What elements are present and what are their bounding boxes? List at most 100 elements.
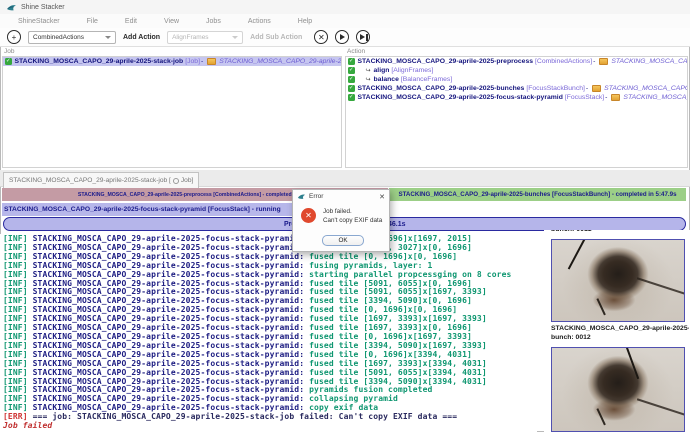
play-icon [340, 34, 345, 40]
leg-detail [596, 408, 606, 426]
job-row[interactable]: ✓ STACKING_MOSCA_CAPO_29-aprile-2025-sta… [3, 57, 341, 66]
chevron-down-icon [232, 36, 238, 39]
action-type: [CombinedActions] [535, 58, 592, 65]
log-console: [INF] STACKING_MOSCA_CAPO_29-aprile-2025… [0, 234, 537, 432]
error-icon: ✕ [301, 208, 316, 223]
job-list: ✓ STACKING_MOSCA_CAPO_29-aprile-2025-sta… [2, 56, 342, 168]
add-job-icon[interactable]: + [7, 30, 21, 44]
action-type-value: CombinedActions [33, 34, 84, 41]
action-list: ✓ STACKING_MOSCA_CAPO_29-aprile-2025-pre… [345, 56, 688, 168]
menu-actions[interactable]: Actions [248, 18, 271, 25]
leg-detail [637, 277, 685, 294]
ok-label: OK [338, 237, 347, 244]
menu-edit[interactable]: Edit [125, 18, 137, 25]
tab-label: Job] [181, 177, 193, 184]
job-panel-header: Job [4, 48, 14, 55]
check-icon: ✓ [348, 76, 355, 83]
caption-text: bunch: 0011 [551, 230, 671, 233]
error-dialog-title: Error [309, 193, 376, 200]
error-dialog-body: ✕ Job failed. Can't copy EXIF data [293, 203, 389, 225]
status-text: STACKING_MOSCA_CAPO_29-aprile-2025-bunch… [398, 191, 676, 198]
progress-text-right: 46.1s [388, 221, 406, 228]
window-title: Shine Stacker [21, 4, 65, 11]
menu-file[interactable]: File [87, 18, 98, 25]
action-row[interactable]: ✓ STACKING_MOSCA_CAPO_29-aprile-2025-pre… [346, 57, 687, 66]
leg-detail [596, 299, 606, 317]
folder-icon [592, 85, 601, 92]
antenna-detail [625, 347, 639, 380]
status-bar-bunches: STACKING_MOSCA_CAPO_29-aprile-2025-bunch… [389, 188, 686, 201]
action-path: STACKING_MOSCA_CAPO_29-aprile-2025-prep [604, 85, 687, 92]
check-icon: ✓ [348, 85, 355, 92]
menu-shinestacker[interactable]: ShineStacker [18, 18, 60, 25]
folder-icon [611, 94, 620, 101]
close-icon[interactable]: ✕ [379, 193, 385, 201]
sub-arrow-icon: ↪ [366, 76, 371, 83]
check-icon: ✓ [348, 94, 355, 101]
job-type: [Job] [185, 58, 200, 65]
action-row[interactable]: ✓ STACKING_MOSCA_CAPO_29-aprile-2025-foc… [346, 93, 687, 102]
menu-view[interactable]: View [164, 18, 179, 25]
add-sub-action-button: Add Sub Action [250, 34, 302, 41]
preview-image-1 [551, 239, 685, 322]
caption-line-1: STACKING_MOSCA_CAPO_29-aprile-2025-bur [551, 325, 689, 334]
separator: - [201, 58, 203, 65]
action-path: STACKING_MOSCA_CAPO_29-aprile-202 [623, 94, 687, 101]
action-type: [FocusStackBunch] [526, 85, 585, 92]
error-dialog: Error ✕ ✕ Job failed. Can't copy EXIF da… [292, 189, 390, 252]
action-row[interactable]: ✓ ↪ balance [BalanceFrames] [346, 75, 687, 84]
menu-help[interactable]: Help [298, 18, 312, 25]
shine-stacker-window: Shine Stacker ShineStacker File Edit Vie… [0, 0, 690, 432]
stop-button[interactable]: ✕ [314, 30, 328, 44]
action-name: STACKING_MOSCA_CAPO_29-aprile-2025-focus… [358, 94, 563, 101]
app-icon [6, 3, 17, 12]
leg-detail [637, 398, 685, 415]
sub-action-type-select: AlignFrames [167, 31, 243, 44]
fly-photo [552, 348, 684, 431]
menu-jobs[interactable]: Jobs [206, 18, 221, 25]
check-icon: ✓ [348, 58, 355, 65]
separator: - [586, 85, 588, 92]
separator: - [605, 94, 607, 101]
ok-button[interactable]: OK [322, 235, 364, 246]
add-action-button[interactable]: Add Action [123, 34, 160, 41]
log-error-line: [ERR] === job: STACKING_MOSCA_CAPO_29-ap… [3, 413, 537, 422]
folder-icon [207, 58, 216, 65]
error-message-line1: Job failed. [323, 207, 382, 216]
tab-label: STACKING_MOSCA_CAPO_29-aprile-2025-stack… [9, 177, 171, 184]
check-icon: ✓ [348, 67, 355, 74]
separator: - [593, 58, 595, 65]
tab-bar: STACKING_MOSCA_CAPO_29-aprile-2025-stack… [0, 170, 690, 187]
action-row[interactable]: ✓ ↪ align [AlignFrames] [346, 66, 687, 75]
action-name: balance [374, 76, 399, 83]
action-name: align [374, 67, 390, 74]
action-name: STACKING_MOSCA_CAPO_29-aprile-2025-prepr… [358, 58, 534, 65]
sub-arrow-icon: ↪ [366, 67, 371, 74]
action-type: [AlignFrames] [391, 67, 433, 74]
action-row[interactable]: ✓ STACKING_MOSCA_CAPO_29-aprile-2025-bun… [346, 84, 687, 93]
preview-caption: STACKING_MOSCA_CAPO_29-aprile-2025-bur b… [551, 325, 689, 342]
action-type-select[interactable]: CombinedActions [28, 31, 116, 44]
action-path: STACKING_MOSCA_CAPO_29-aprile-2025 → [611, 58, 687, 65]
run-button[interactable] [335, 30, 349, 44]
play-icon [360, 34, 365, 40]
caption-line-2: bunch: 0012 [551, 334, 689, 343]
clipped-caption: bunch: 0011 [551, 230, 671, 236]
action-type: [BalanceFrames] [401, 76, 452, 83]
app-icon [297, 193, 306, 200]
error-dialog-titlebar[interactable]: Error ✕ [293, 190, 389, 203]
preview-image-2 [551, 347, 685, 432]
chevron-down-icon [105, 36, 111, 39]
tab-stack-job[interactable]: STACKING_MOSCA_CAPO_29-aprile-2025-stack… [3, 172, 199, 188]
action-type: [FocusStack] [565, 94, 604, 101]
action-panel-header: Action [347, 48, 365, 55]
title-bar: Shine Stacker [0, 0, 690, 14]
run-all-button[interactable] [356, 30, 370, 44]
preview-panel: bunch: 0011 STACKING_MOSCA_CAPO_29-april… [544, 230, 690, 432]
status-text: STACKING_MOSCA_CAPO_29-aprile-2025-prepr… [78, 192, 312, 198]
error-message-line2: Can't copy EXIF data [323, 216, 382, 225]
job-name: STACKING_MOSCA_CAPO_29-aprile-2025-stack… [15, 58, 184, 65]
menu-bar: ShineStacker File Edit View Jobs Actions… [0, 14, 690, 28]
antenna-detail [567, 239, 585, 270]
check-icon: ✓ [5, 58, 12, 65]
